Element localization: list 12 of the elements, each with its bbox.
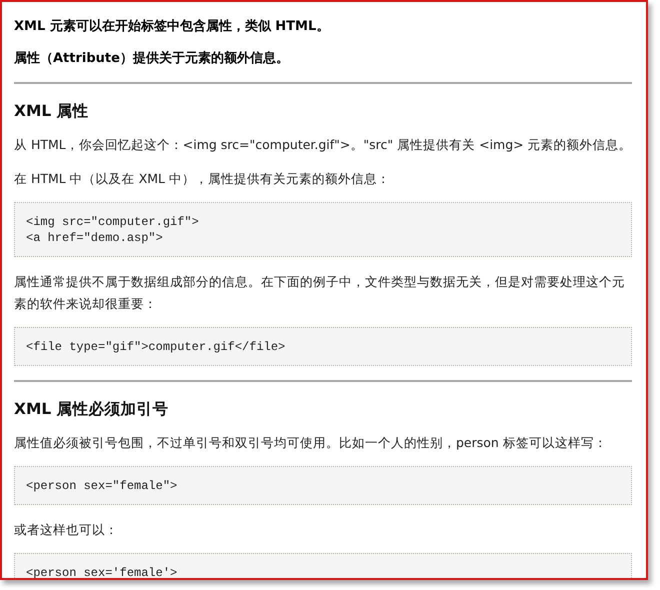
intro-text: 属性（Attribute）提供关于元素的额外信息。 [14,50,290,68]
paragraph: 从 HTML，你会回忆起这个：<img src="computer.gif">。"src" 属性提供有关 <img> 元素的额外信息。 [14,136,632,154]
paragraph: 在 HTML 中（以及在 XML 中），属性提供有关元素的额外信息： [14,170,391,188]
paragraph: 或者这样也可以： [14,521,119,539]
paragraph: 属性通常提供不属于数据组成部分的信息。在下面的例子中，文件类型与数据无关，但是对需要处理这个元素的软件来说却很重要： [14,273,626,313]
paragraph: 属性值必须被引号包围，不过单引号和双引号均可使用。比如一个人的性别，person 标签可以这样写： [14,434,608,452]
section-heading: XML 属性 [14,101,90,122]
code-block: <img src="computer.gif"> <a href="demo.asp"> [14,202,632,257]
code-block: <person sex="female"> [14,466,632,505]
code-block: <file type="gif">computer.gif</file> [14,327,632,366]
section-heading: XML 属性必须加引号 [14,399,170,420]
intro-text: XML 元素可以在开始标签中包含属性，类似 HTML。 [14,18,330,36]
